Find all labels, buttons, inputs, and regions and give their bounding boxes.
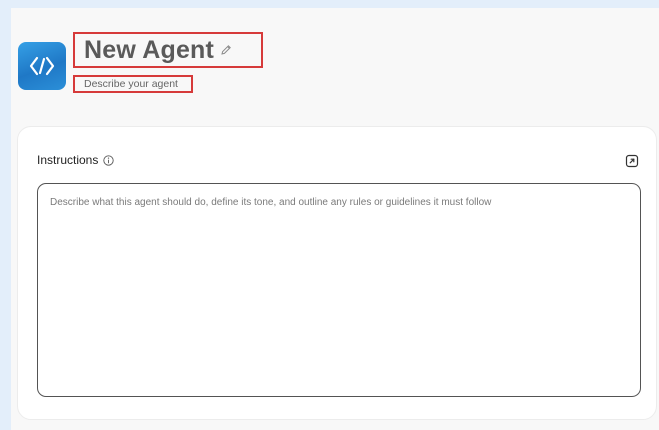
instructions-card: Instructions Describe what this agent sh…: [17, 126, 657, 420]
agent-name-field[interactable]: New Agent: [73, 32, 263, 68]
agent-name: New Agent: [84, 35, 215, 64]
pencil-icon[interactable]: [220, 44, 232, 56]
info-icon[interactable]: [103, 154, 115, 166]
instructions-placeholder: Describe what this agent should do, defi…: [50, 197, 492, 208]
instructions-header: Instructions: [37, 153, 115, 167]
agent-description-field[interactable]: Describe your agent: [73, 75, 193, 93]
instructions-textarea[interactable]: Describe what this agent should do, defi…: [37, 183, 641, 397]
expand-icon[interactable]: [625, 154, 639, 168]
agent-code-icon: [29, 56, 55, 76]
agent-description-placeholder: Describe your agent: [84, 77, 178, 90]
agent-avatar[interactable]: [18, 42, 66, 90]
instructions-label: Instructions: [37, 153, 99, 167]
